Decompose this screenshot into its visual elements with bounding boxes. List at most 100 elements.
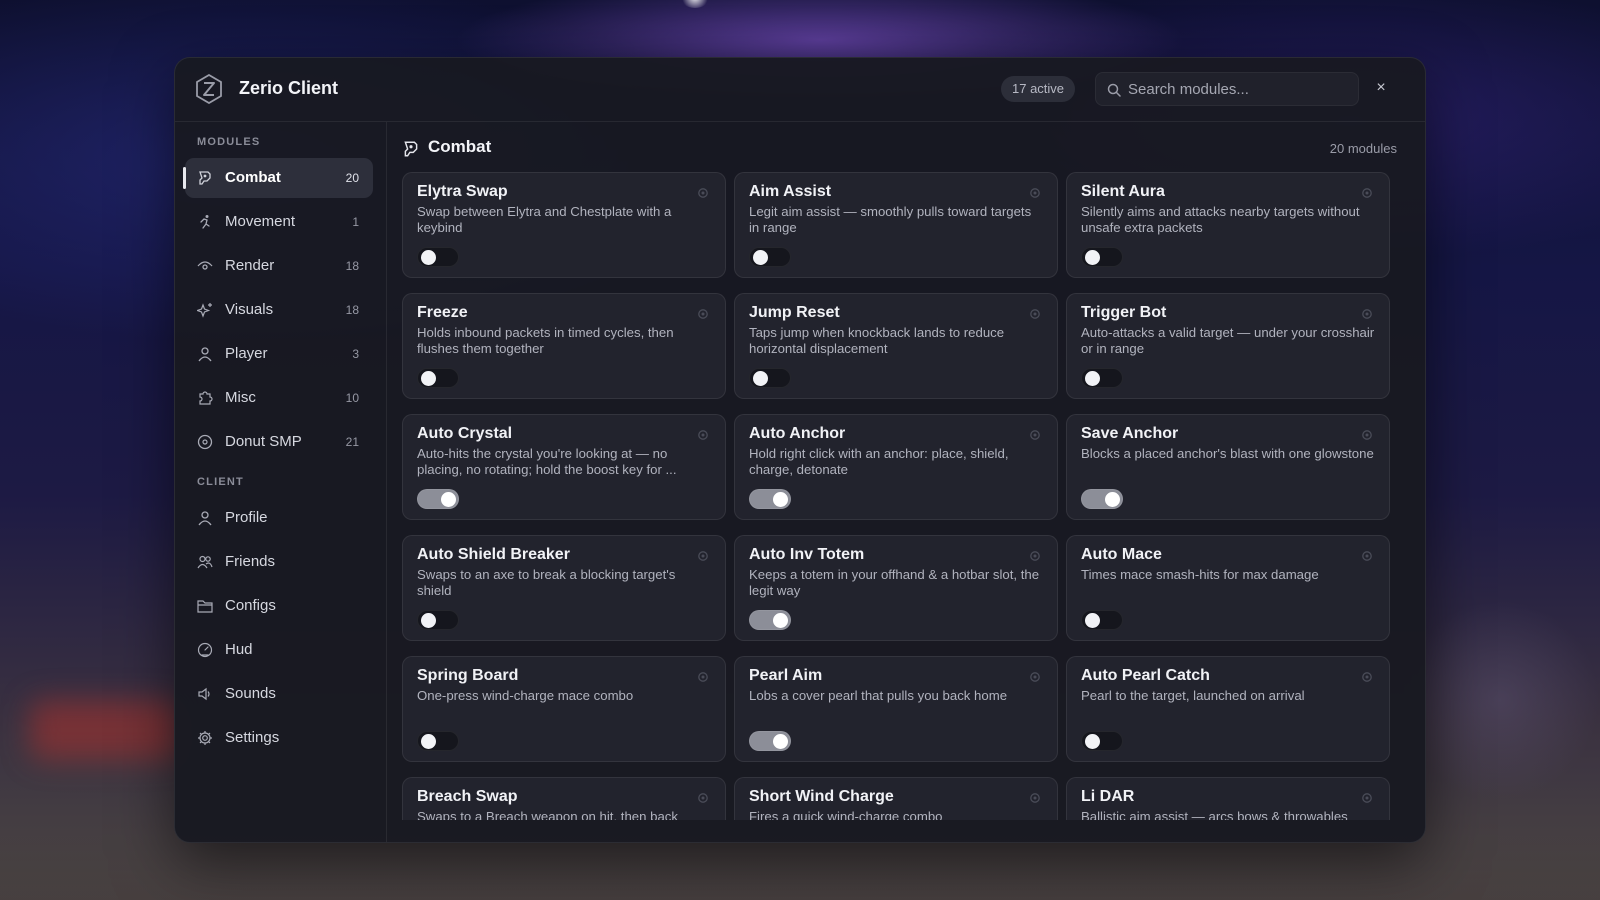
toggle-knob [1085,613,1100,628]
toggle-knob [1085,734,1100,749]
module-toggle[interactable] [749,610,791,630]
module-toggle[interactable] [749,368,791,388]
toggle-knob [773,492,788,507]
module-card[interactable]: Save Anchor Blocks a placed anchor's blas… [1066,414,1390,520]
sidebar-item-sounds[interactable]: Sounds [185,674,373,714]
toggle-knob [753,371,768,386]
sidebar-item-label: Donut SMP [225,433,302,450]
module-card[interactable]: Spring Board One-press wind-charge mace c… [402,656,726,762]
sidebar-item-configs[interactable]: Configs [185,586,373,626]
sidebar-item-count: 21 [345,435,359,449]
module-card[interactable]: Short Wind Charge Fires a quick wind-char… [734,777,1058,820]
module-card[interactable]: Pearl Aim Lobs a cover pearl that pulls y… [734,656,1058,762]
module-card[interactable]: Silent Aura Silently aims and attacks nea… [1066,172,1390,278]
module-toggle[interactable] [417,489,459,509]
module-card[interactable]: Jump Reset Taps jump when knockback lands… [734,293,1058,399]
gear-icon[interactable] [1361,792,1373,804]
gear-icon[interactable] [1029,550,1041,562]
gear-icon[interactable] [1361,550,1373,562]
client-section-label: CLIENT [197,476,244,488]
background-blur-shape [1400,600,1600,800]
close-button[interactable]: × [1373,80,1389,96]
sidebar-item-settings[interactable]: Settings [185,718,373,758]
gear-icon[interactable] [697,671,709,683]
module-card[interactable]: Auto Crystal Auto-hits the crystal you're… [402,414,726,520]
sidebar-item-movement[interactable]: Movement 1 [185,202,373,242]
sword-icon [199,171,211,185]
toggle-knob [421,250,436,265]
module-card[interactable]: Freeze Holds inbound packets in timed cyc… [402,293,726,399]
toggle-knob [1085,371,1100,386]
module-name: Pearl Aim [749,667,823,684]
module-card[interactable]: Auto Pearl Catch Pearl to the target, lau… [1066,656,1390,762]
folder-icon [197,600,213,613]
module-name: Freeze [417,304,468,321]
module-toggle[interactable] [1081,610,1123,630]
sidebar-item-donut-smp[interactable]: Donut SMP 21 [185,422,373,462]
sidebar-item-render[interactable]: Render 18 [185,246,373,286]
module-description: Ballistic aim assist — arcs bows & throw… [1081,809,1348,820]
module-description: Swaps to an axe to break a blocking targ… [417,567,676,598]
module-toggle[interactable] [1081,731,1123,751]
gear-icon[interactable] [1361,308,1373,320]
search-box[interactable] [1095,72,1359,106]
module-grid: Elytra Swap Swap between Elytra and Chest… [402,172,1392,820]
module-toggle[interactable] [749,731,791,751]
sidebar-item-label: Combat [225,169,281,186]
gear-icon[interactable] [1361,429,1373,441]
module-card[interactable]: Elytra Swap Swap between Elytra and Chest… [402,172,726,278]
sidebar-item-profile[interactable]: Profile [185,498,373,538]
module-card[interactable]: Aim Assist Legit aim assist — smoothly pu… [734,172,1058,278]
module-card[interactable]: Auto Mace Times mace smash-hits for max d… [1066,535,1390,641]
sidebar-item-visuals[interactable]: Visuals 18 [185,290,373,330]
module-description: One-press wind-charge mace combo [417,688,634,703]
module-card[interactable]: Auto Anchor Hold right click with an anch… [734,414,1058,520]
module-toggle[interactable] [417,247,459,267]
module-description: Taps jump when knockback lands to reduce… [749,325,1005,356]
sidebar-item-misc[interactable]: Misc 10 [185,378,373,418]
gear-icon[interactable] [697,308,709,320]
sidebar-item-label: Hud [225,641,253,658]
module-toggle[interactable] [1081,247,1123,267]
gear-icon[interactable] [697,792,709,804]
sidebar-item-combat[interactable]: Combat 20 [183,158,373,198]
gear-icon[interactable] [1361,671,1373,683]
running-icon [200,215,210,229]
module-description: Auto-hits the crystal you're looking at … [417,446,677,477]
module-toggle[interactable] [417,610,459,630]
active-count-badge: 17 active [1001,76,1076,102]
module-toggle[interactable] [417,368,459,388]
gear-icon[interactable] [697,550,709,562]
module-card[interactable]: Auto Shield Breaker Swaps to an axe to br… [402,535,726,641]
toggle-knob [1105,492,1120,507]
module-toggle[interactable] [1081,368,1123,388]
module-toggle[interactable] [749,247,791,267]
sidebar-item-friends[interactable]: Friends [185,542,373,582]
main-panel: Combat 20 modules Elytra Swap Swap betwee… [388,122,1425,842]
gear-icon[interactable] [1029,308,1041,320]
app-title: Zerio Client [239,78,339,98]
gear-icon[interactable] [1361,187,1373,199]
gear-icon[interactable] [1029,187,1041,199]
gear-icon[interactable] [697,187,709,199]
module-card[interactable]: Auto Inv Totem Keeps a totem in your offh… [734,535,1058,641]
module-card[interactable]: Li DAR Ballistic aim assist — arcs bows &… [1066,777,1390,820]
gear-icon [198,731,212,745]
module-toggle[interactable] [749,489,791,509]
module-name: Auto Shield Breaker [417,546,570,563]
module-name: Auto Pearl Catch [1081,667,1210,684]
module-toggle[interactable] [1081,489,1123,509]
module-card[interactable]: Breach Swap Swaps to a Breach weapon on h… [402,777,726,820]
gear-icon[interactable] [1029,792,1041,804]
client-window: Zerio Client 17 active × MODULES Combat … [174,57,1426,843]
sidebar-item-hud[interactable]: Hud [185,630,373,670]
gear-icon[interactable] [697,429,709,441]
sidebar-item-player[interactable]: Player 3 [185,334,373,374]
gear-icon[interactable] [1029,671,1041,683]
module-card[interactable]: Trigger Bot Auto-attacks a valid target —… [1066,293,1390,399]
module-toggle[interactable] [417,731,459,751]
sidebar-item-count: 3 [352,347,359,361]
search-input[interactable] [1128,73,1353,105]
sparkle-icon [197,303,212,318]
gear-icon[interactable] [1029,429,1041,441]
